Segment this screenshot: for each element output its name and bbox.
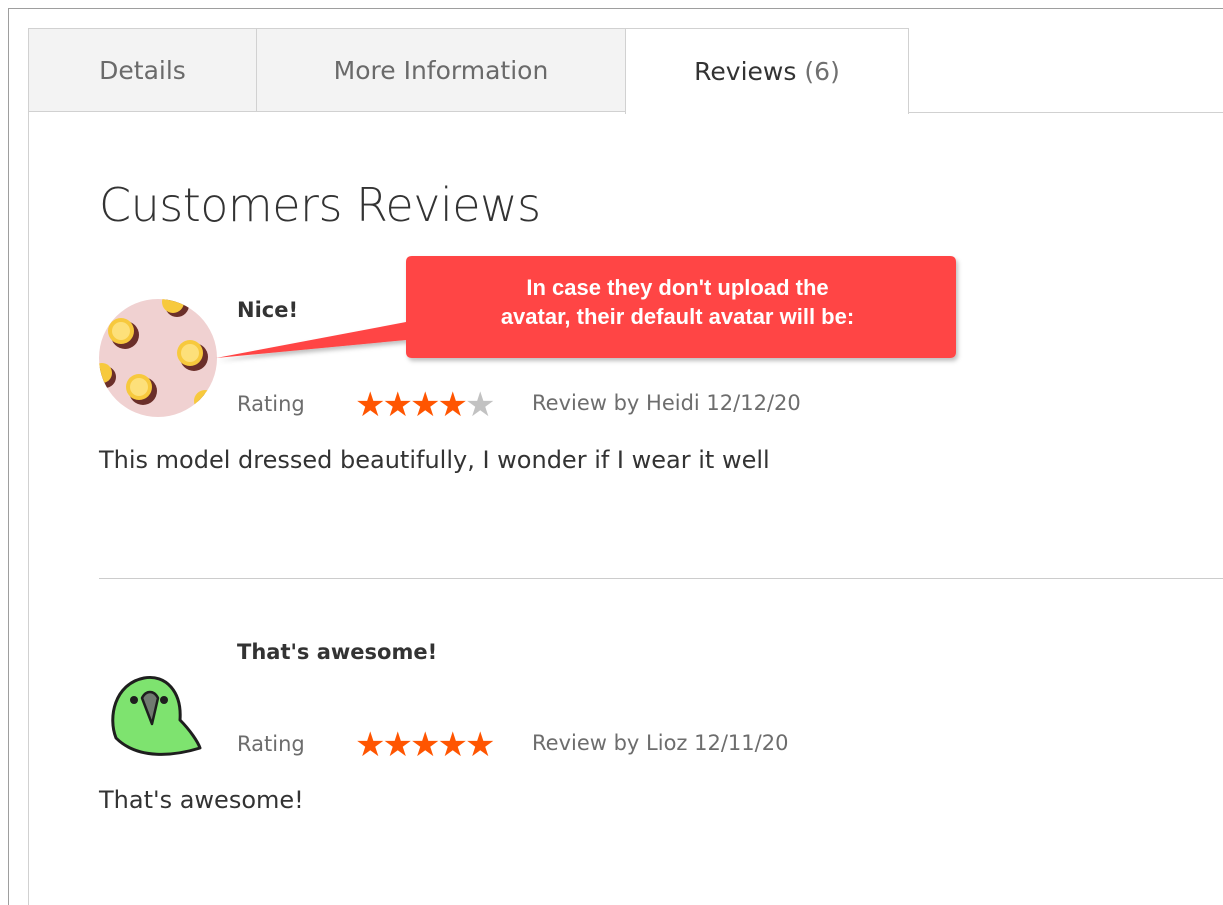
lemon-slice bbox=[126, 374, 157, 405]
star-filled-icon: ★ bbox=[409, 725, 441, 765]
lemon-pattern-image bbox=[99, 299, 217, 417]
frame-left-border bbox=[8, 8, 9, 905]
star-filled-icon: ★ bbox=[409, 385, 441, 425]
star-filled-icon: ★ bbox=[437, 385, 468, 425]
star-filled-icon: ★ bbox=[355, 725, 386, 765]
star-empty-icon: ★ bbox=[464, 385, 496, 425]
tab-details-label: Details bbox=[99, 55, 186, 85]
tab-more-information[interactable]: More Information bbox=[256, 28, 626, 112]
star-filled-icon: ★ bbox=[382, 385, 413, 425]
lemon-slice bbox=[162, 299, 189, 317]
review-author-date: Review by Heidi 12/12/20 bbox=[532, 391, 801, 415]
review-title: That's awesome! bbox=[237, 640, 438, 664]
tab-details[interactable]: Details bbox=[28, 28, 257, 112]
page-title: Customers Reviews bbox=[99, 178, 541, 232]
lemon-slice bbox=[99, 363, 116, 388]
star-filled-icon: ★ bbox=[382, 725, 413, 765]
lemon-slice bbox=[194, 390, 217, 417]
review-avatar-lemon bbox=[99, 299, 217, 417]
review-text: That's awesome! bbox=[99, 786, 304, 814]
tab-reviews[interactable]: Reviews (6) bbox=[625, 28, 909, 114]
star-filled-icon: ★ bbox=[437, 725, 468, 765]
content-left-border bbox=[28, 112, 29, 905]
star-filled-icon: ★ bbox=[464, 725, 496, 765]
review-avatar-parrot bbox=[104, 668, 204, 760]
callout-line: In case they don't upload the bbox=[526, 275, 829, 300]
tab-reviews-count: (6) bbox=[804, 57, 840, 86]
parrot-image bbox=[111, 675, 202, 756]
callout-text: In case they don't upload the avatar, th… bbox=[401, 273, 954, 331]
tab-more-information-label: More Information bbox=[333, 55, 549, 85]
review-text: This model dressed beautifully, I wonder… bbox=[99, 446, 770, 474]
rating-label: Rating bbox=[237, 732, 305, 756]
lemon-slice bbox=[177, 340, 208, 371]
star-rating: ★★★★★ bbox=[355, 725, 496, 765]
tab-bar-line bbox=[908, 112, 1223, 113]
star-filled-icon: ★ bbox=[355, 385, 386, 425]
review-author-date: Review by Lioz 12/11/20 bbox=[532, 731, 789, 755]
callout-line: avatar, their default avatar will be: bbox=[500, 304, 855, 329]
review-divider bbox=[99, 578, 1223, 579]
frame-top-border bbox=[8, 8, 1223, 9]
tab-reviews-label: Reviews bbox=[694, 57, 797, 86]
star-rating: ★★★★★ bbox=[355, 385, 496, 425]
rating-label: Rating bbox=[237, 392, 305, 416]
lemon-slice bbox=[108, 318, 139, 349]
